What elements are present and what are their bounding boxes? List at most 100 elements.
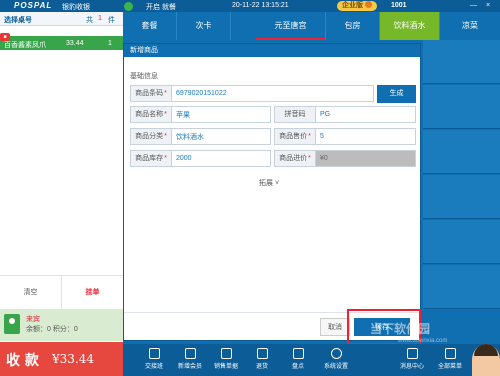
enterprise-label: 企业版 — [342, 2, 363, 9]
bottom-toolbar: 交接班 新增会员 销售单据 退货 盘点 系统设置 消息中心 全部菜单 — [123, 344, 500, 376]
required-mark: * — [164, 90, 167, 97]
assistant-avatar[interactable] — [472, 344, 500, 376]
badge-dot-icon — [365, 1, 372, 8]
member-avatar-icon — [4, 314, 20, 334]
add-member-icon — [184, 348, 196, 359]
status-mode-label: 就餐 — [161, 4, 176, 11]
tab-private-room[interactable]: 包房 — [326, 12, 380, 40]
order-item-qty: 1 — [108, 40, 112, 47]
order-item-name: 百香酱素凤爪 — [4, 42, 46, 49]
pinyin-label: 拼音码 — [275, 107, 316, 122]
order-panel: 选择桌号 共 1 件 ■ 百香酱素凤爪 33.44 1 清空 挂单 来宾 余额：… — [0, 12, 123, 376]
barcode-input[interactable] — [176, 87, 370, 100]
product-name-field: 商品名称* — [130, 106, 271, 123]
close-button[interactable]: × — [486, 2, 490, 9]
chevron-down-icon: ˅ — [274, 180, 280, 187]
menu-icon — [444, 348, 456, 359]
product-name-label-text: 商品名称 — [135, 111, 164, 118]
inventory-icon — [292, 348, 304, 359]
tab-cold-dishes[interactable]: 凉菜 — [440, 12, 500, 40]
category-tabs: 套餐 次卡 元至唐宫 包房 饮料酒水 凉菜 — [123, 12, 500, 40]
tab-set-meal[interactable]: 套餐 — [123, 12, 177, 40]
settings-icon — [330, 348, 342, 359]
required-mark: * — [164, 155, 167, 162]
add-product-dialog: 新增商品 基础信息 商品条码* 生成 商品名称* 拼音码 商品分类* 商品售价*… — [123, 43, 421, 341]
purchase-price-input — [320, 152, 412, 165]
message-center-button[interactable]: 消息中心 — [395, 344, 429, 376]
sale-price-label: 商品售价* — [275, 129, 316, 144]
product-tile[interactable] — [423, 130, 500, 174]
product-tile[interactable] — [423, 265, 500, 309]
order-item-price: 33.44 — [66, 40, 84, 47]
brand-logo: POSPAL — [14, 1, 53, 10]
cashier-id[interactable]: 1001 — [391, 2, 407, 9]
receipt-icon — [220, 348, 232, 359]
tab-beverages[interactable]: 饮料酒水 — [380, 12, 440, 40]
dining-mode-status[interactable]: 开启 就餐 — [146, 2, 176, 12]
return-button[interactable]: 退货 — [245, 344, 279, 376]
barcode-label: 商品条码* — [131, 86, 172, 101]
category-label-text: 商品分类 — [135, 133, 164, 140]
expand-toggle[interactable]: 拓展 ˅ — [259, 178, 279, 188]
stock-field: 商品库存* — [130, 150, 271, 167]
sale-price-input[interactable] — [320, 130, 412, 143]
system-settings-button[interactable]: 系统设置 — [319, 344, 353, 376]
product-tile[interactable] — [423, 220, 500, 264]
product-tile[interactable] — [423, 40, 500, 84]
sales-receipts-button[interactable]: 销售单据 — [209, 344, 243, 376]
unit-label: 件 — [108, 17, 115, 24]
inventory-button[interactable]: 盘点 — [281, 344, 315, 376]
minimize-button[interactable]: — — [470, 2, 477, 9]
product-tile[interactable] — [423, 175, 500, 219]
purchase-price-label: 商品进价* — [275, 151, 316, 166]
required-mark: * — [308, 133, 311, 140]
select-table-button[interactable]: 选择桌号 — [4, 15, 32, 25]
barcode-field: 商品条码* — [130, 85, 374, 102]
purchase-price-field: 商品进价* — [274, 150, 416, 167]
watermark-url: www.downxia.com — [398, 338, 448, 344]
member-name: 来宾 — [26, 316, 40, 323]
return-label: 退货 — [255, 364, 268, 370]
cancel-button[interactable]: 取消 — [320, 318, 350, 336]
clear-button[interactable]: 清空 — [0, 276, 62, 310]
member-info[interactable]: 来宾 余额：0 积分：0 — [0, 309, 123, 341]
sale-price-label-text: 商品售价 — [279, 133, 308, 140]
handover-icon — [148, 348, 160, 359]
purchase-price-label-text: 商品进价 — [279, 155, 308, 162]
checkout-button[interactable]: 收 款 ¥33.44 — [0, 342, 123, 376]
add-member-button[interactable]: 新增会员 — [173, 344, 207, 376]
wifi-icon — [124, 2, 133, 11]
message-center-label: 消息中心 — [399, 364, 424, 370]
pinyin-field: 拼音码 — [274, 106, 416, 123]
required-mark: * — [164, 133, 167, 140]
message-icon — [406, 348, 418, 359]
enterprise-badge: 企业版 — [337, 1, 377, 11]
checkout-label: 收 款 — [6, 353, 39, 369]
total-label: 共 — [86, 17, 93, 24]
category-label: 商品分类* — [131, 129, 172, 144]
pinyin-input[interactable] — [320, 108, 412, 121]
member-balance-points: 余额：0 积分：0 — [26, 326, 78, 333]
stock-input[interactable] — [176, 152, 267, 165]
all-menu-label: 全部菜单 — [437, 364, 462, 370]
hold-order-button[interactable]: 挂单 — [62, 276, 123, 310]
tab-count-card[interactable]: 次卡 — [177, 12, 231, 40]
handover-button[interactable]: 交接班 — [137, 344, 171, 376]
order-item-row[interactable]: ■ 百香酱素凤爪 33.44 1 — [0, 33, 123, 50]
add-member-label: 新增会员 — [177, 364, 202, 370]
category-input[interactable] — [176, 130, 267, 143]
required-mark: * — [164, 111, 167, 118]
watermark: 当下软件园 — [370, 322, 431, 336]
generate-barcode-button[interactable]: 生成 — [377, 85, 416, 103]
inventory-label: 盘点 — [291, 364, 304, 370]
tab-yuanzhi-tanggong[interactable]: 元至唐宫 — [256, 12, 326, 40]
product-name-input[interactable] — [176, 108, 267, 121]
sale-price-field: 商品售价* — [274, 128, 416, 145]
category-field: 商品分类* — [130, 128, 271, 145]
expand-label: 拓展 — [259, 180, 273, 187]
product-tile[interactable] — [423, 85, 500, 129]
order-actions: 清空 挂单 — [0, 275, 123, 310]
all-menu-button[interactable]: 全部菜单 — [433, 344, 467, 376]
dialog-title: 新增商品 — [124, 44, 420, 57]
product-name-label: 商品名称* — [131, 107, 172, 122]
